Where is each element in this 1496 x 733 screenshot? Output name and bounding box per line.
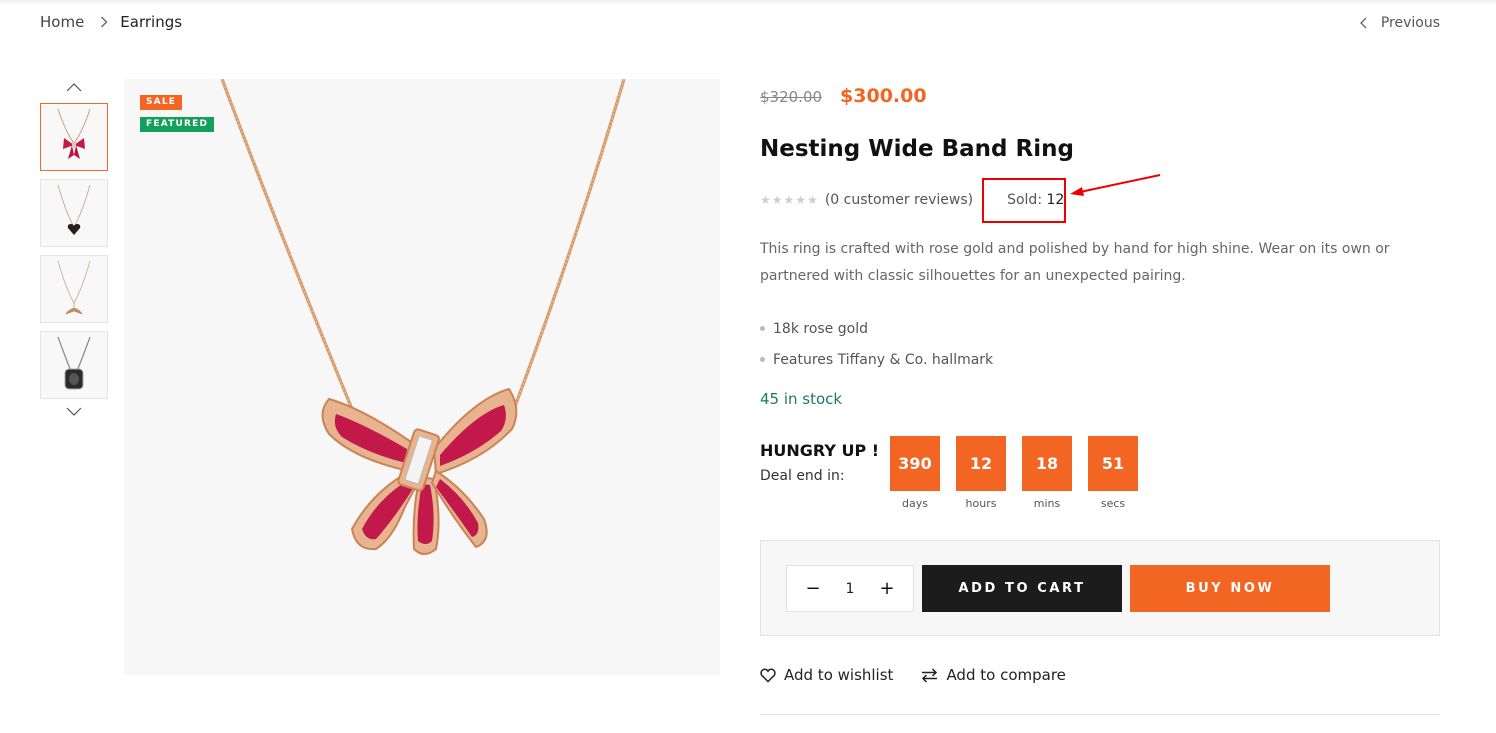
add-to-wishlist-button[interactable]: Add to wishlist (760, 666, 893, 684)
star-icon: ★ (783, 193, 795, 207)
product-actions: Add to wishlist Add to compare (760, 666, 1094, 684)
quantity-stepper: − 1 + (786, 565, 914, 612)
chevron-down-icon (66, 407, 82, 416)
chevron-right-icon (100, 16, 108, 28)
thumbnail-bow-necklace[interactable] (40, 103, 108, 171)
heart-necklace-thumbnail-image (57, 184, 91, 235)
countdown-value: 51 (1088, 436, 1138, 491)
previous-product-link[interactable]: Previous (1359, 15, 1440, 31)
compare-arrows-icon (921, 667, 938, 683)
feature-text: Features Tiffany & Co. hallmark (773, 351, 994, 368)
countdown-secs: 51 secs (1088, 436, 1138, 510)
feature-item: 18k rose gold (760, 313, 993, 344)
top-border (0, 0, 1496, 6)
buy-now-button[interactable]: BUY NOW (1130, 565, 1330, 612)
chevron-up-icon (66, 82, 82, 91)
current-price: $300.00 (840, 85, 927, 107)
countdown-label: hours (965, 497, 997, 510)
thumbnail-up-button[interactable] (64, 80, 84, 94)
deal-countdown: 390 days 12 hours 18 mins 51 secs (890, 436, 1138, 510)
compare-label: Add to compare (946, 666, 1066, 684)
deal-heading: HUNGRY UP ! Deal end in: (760, 441, 879, 484)
bow-necklace-thumbnail-image (57, 108, 91, 159)
annotation-arrow-icon (1070, 174, 1161, 196)
main-product-image[interactable]: SALE FEATURED (124, 79, 720, 675)
reviews-link[interactable]: (0 customer reviews) (825, 192, 973, 208)
breadcrumb-current: Earrings (120, 13, 183, 31)
thumbnail-list (40, 103, 108, 407)
star-icon: ★ (771, 193, 783, 207)
countdown-mins: 18 mins (1022, 436, 1072, 510)
quantity-decrease-button[interactable]: − (803, 579, 823, 598)
chevron-left-icon (1359, 17, 1367, 29)
star-icon: ★ (760, 193, 771, 207)
star-icon: ★ (795, 193, 807, 207)
feature-text: 18k rose gold (773, 320, 868, 337)
quantity-input[interactable]: 1 (846, 581, 855, 597)
bullet-icon (760, 326, 765, 331)
countdown-days: 390 days (890, 436, 940, 510)
countdown-label: mins (1033, 497, 1061, 510)
add-to-cart-button[interactable]: ADD TO CART (922, 565, 1122, 612)
feature-item: Features Tiffany & Co. hallmark (760, 344, 993, 375)
deal-title: HUNGRY UP ! (760, 441, 880, 460)
star-icon: ★ (807, 193, 818, 207)
star-rating: ★ ★ ★ ★ ★ (760, 194, 818, 206)
breadcrumb-home[interactable]: Home (40, 13, 84, 31)
heart-icon (760, 668, 776, 683)
previous-label: Previous (1380, 15, 1440, 31)
price-row: $320.00 $300.00 (760, 85, 927, 107)
sale-badge: SALE (140, 95, 183, 110)
add-to-compare-button[interactable]: Add to compare (921, 666, 1066, 684)
countdown-label: days (902, 497, 928, 510)
thumbnail-black-pendant[interactable] (40, 331, 108, 399)
thumbnail-fishtail-necklace[interactable] (40, 255, 108, 323)
breadcrumb: Home Earrings (40, 13, 182, 31)
featured-badge: FEATURED (140, 117, 215, 132)
annotation-highlight-box (982, 178, 1066, 223)
bow-necklace-image (220, 79, 626, 555)
stock-status: 45 in stock (760, 390, 843, 408)
countdown-value: 18 (1022, 436, 1072, 491)
countdown-hours: 12 hours (956, 436, 1006, 510)
feature-list: 18k rose gold Features Tiffany & Co. hal… (760, 313, 993, 375)
countdown-label: secs (1100, 497, 1126, 510)
thumbnail-down-button[interactable] (64, 404, 84, 418)
black-pendant-thumbnail-image (57, 336, 91, 390)
product-description: This ring is crafted with rose gold and … (760, 241, 1390, 284)
deal-subtitle: Deal end in: (760, 468, 845, 484)
countdown-value: 390 (890, 436, 940, 491)
wishlist-label: Add to wishlist (784, 666, 894, 684)
section-divider (760, 714, 1440, 715)
old-price: $320.00 (760, 88, 823, 106)
thumbnail-heart-necklace[interactable] (40, 179, 108, 247)
add-to-cart-panel: − 1 + ADD TO CART BUY NOW (760, 540, 1440, 636)
bullet-icon (760, 357, 765, 362)
quantity-increase-button[interactable]: + (877, 579, 897, 598)
countdown-value: 12 (956, 436, 1006, 491)
fishtail-necklace-thumbnail-image (57, 260, 91, 315)
product-title: Nesting Wide Band Ring (760, 136, 1074, 162)
